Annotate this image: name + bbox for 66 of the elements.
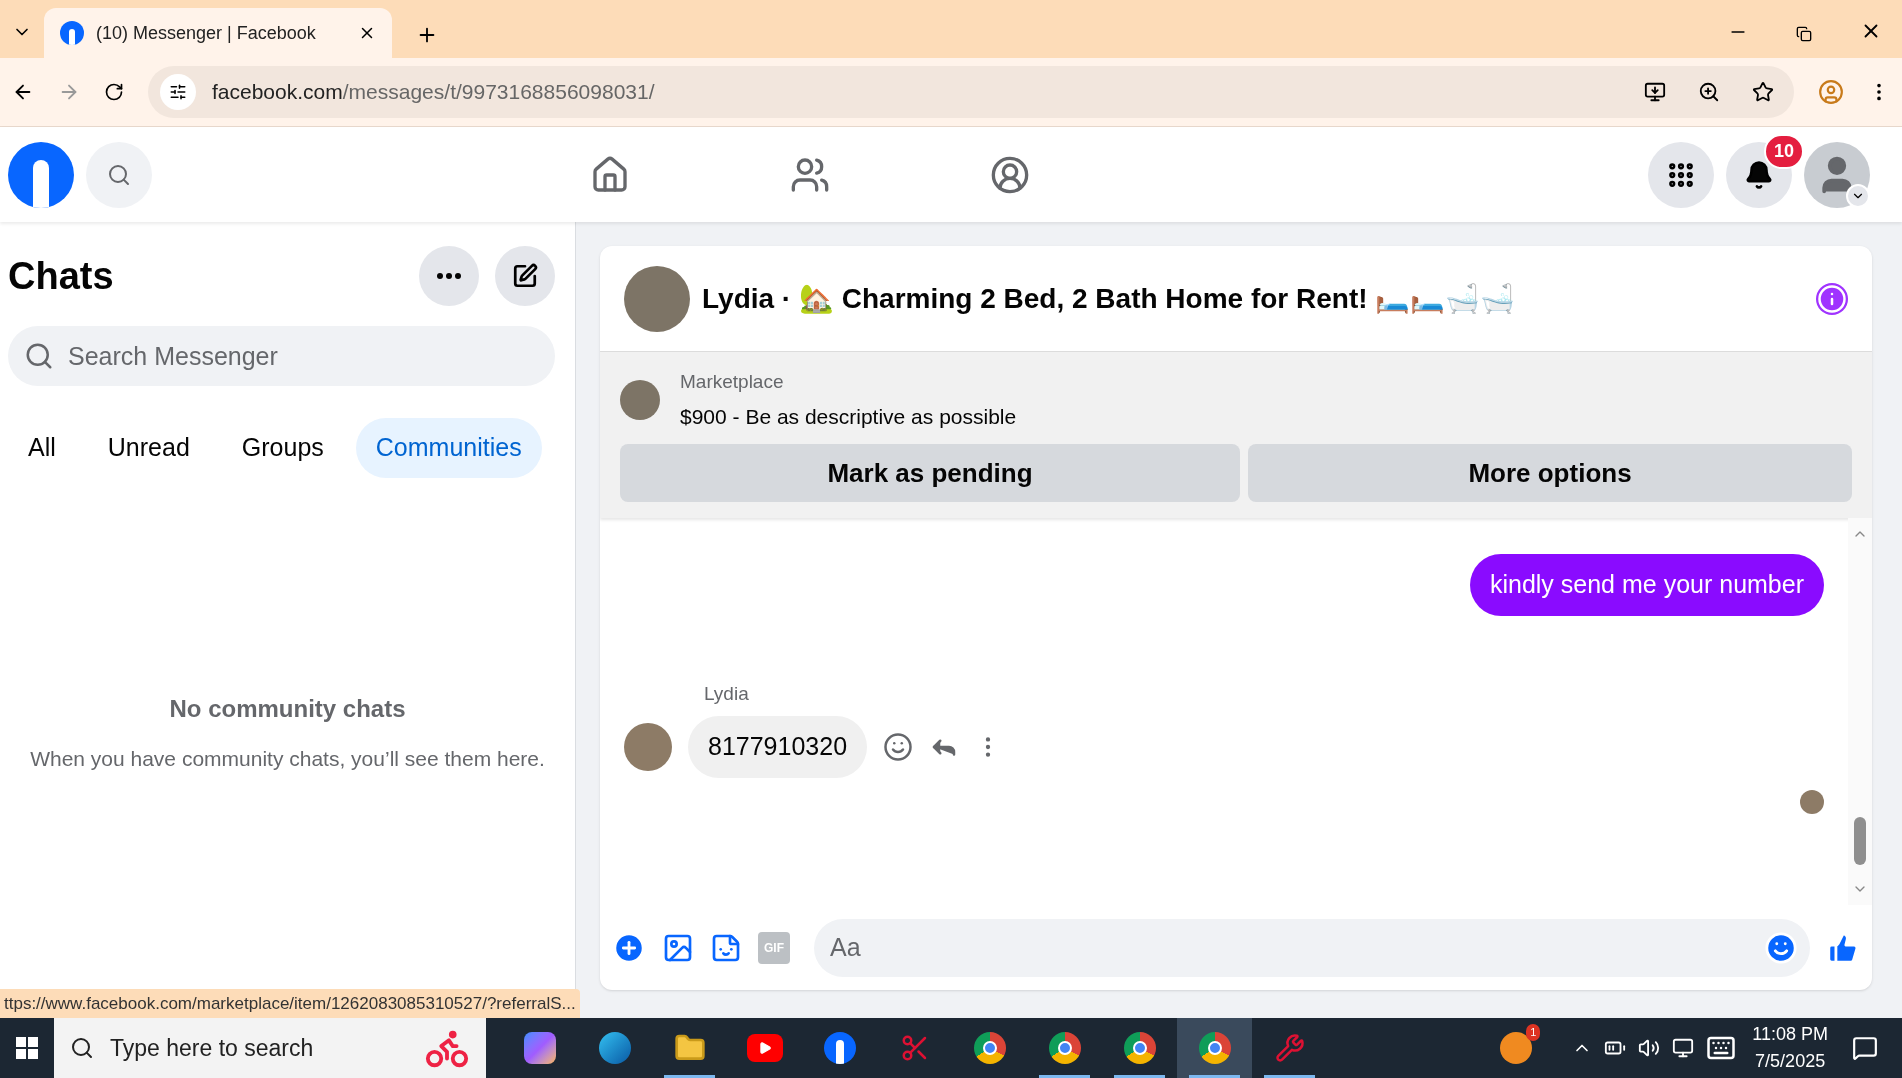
action-center-icon[interactable] — [1852, 1035, 1878, 1061]
browser-tab[interactable]: (10) Messenger | Facebook — [44, 8, 392, 58]
tray-badge: 1 — [1526, 1024, 1541, 1041]
status-url: ttps://www.facebook.com/marketplace/item/1262083085310527/?referralS... — [0, 988, 580, 1018]
search-icon — [70, 1036, 94, 1060]
sent-message-bubble: kindly send me your number — [1469, 554, 1824, 616]
wrench-icon — [1274, 1033, 1305, 1063]
ellipsis-icon — [437, 273, 461, 279]
chrome-logo-icon — [1048, 1032, 1081, 1064]
filter-tab[interactable]: Unread — [87, 418, 210, 478]
chrome-logo-icon — [973, 1032, 1006, 1064]
groups-icon[interactable] — [990, 154, 1030, 195]
info-icon[interactable] — [1816, 282, 1848, 315]
site-settings-icon[interactable] — [160, 74, 196, 110]
scroll-thumb[interactable] — [1854, 817, 1866, 865]
listing-source: Marketplace — [680, 370, 785, 394]
install-app-icon[interactable] — [1644, 81, 1666, 103]
zoom-icon[interactable] — [1698, 81, 1720, 103]
empty-state-title: No community chats — [169, 694, 406, 725]
filter-tab[interactable]: Communities — [355, 418, 542, 478]
chrome-logo-icon — [1198, 1032, 1231, 1064]
profile-icon[interactable] — [1818, 79, 1844, 105]
react-icon[interactable] — [883, 731, 914, 762]
home-icon[interactable] — [590, 154, 630, 195]
tab-title: (10) Messenger | Facebook — [96, 21, 317, 45]
compose-icon — [512, 263, 538, 289]
emoji-icon[interactable] — [1764, 930, 1798, 965]
windows-start-icon[interactable] — [16, 1037, 38, 1059]
bell-icon — [1744, 159, 1774, 190]
url-text: facebook.com/messages/t/9973168856098031/ — [212, 79, 656, 106]
listing-button[interactable]: More options — [1248, 444, 1852, 502]
copilot-logo-icon — [523, 1032, 556, 1064]
listing-photo-placeholder — [620, 380, 660, 420]
filter-tab[interactable]: Groups — [221, 418, 344, 478]
reload-icon[interactable] — [104, 82, 124, 102]
sender-name: Lydia — [704, 681, 750, 706]
address-bar[interactable]: facebook.com/messages/t/9973168856098031/ — [148, 66, 1794, 118]
play-logo-icon — [746, 1034, 783, 1062]
seen-avatar-placeholder — [1800, 789, 1824, 814]
chrome-logo-icon — [1123, 1032, 1156, 1064]
clock-time[interactable]: 11:08 PM — [1752, 1021, 1828, 1048]
account-avatar[interactable] — [1804, 141, 1870, 208]
empty-state-text: When you have community chats, you’ll see them here. — [30, 746, 545, 773]
restore-icon[interactable] — [1796, 26, 1812, 42]
filter-tab[interactable]: All — [8, 418, 76, 478]
avatar-photo-placeholder — [624, 722, 672, 771]
chats-title: Chats — [8, 253, 115, 299]
search-icon — [107, 162, 131, 187]
more-options-button[interactable] — [419, 246, 479, 306]
received-message-bubble: 8177910320 — [688, 716, 868, 778]
volume-icon[interactable] — [1638, 1037, 1661, 1059]
listing-button[interactable]: Mark as pending — [620, 444, 1240, 502]
network-icon[interactable] — [1672, 1037, 1695, 1059]
facebook-logo-icon — [823, 1032, 856, 1064]
tray-app-icon[interactable] — [1500, 1032, 1533, 1064]
search-icon — [24, 341, 54, 371]
facebook-favicon-icon — [60, 21, 84, 45]
taskbar-search-field[interactable]: Type here to search — [54, 1018, 486, 1078]
clock-date[interactable]: 7/5/2025 — [1755, 1048, 1826, 1075]
conversation-title: Lydia · 🏡 Charming 2 Bed, 2 Bath Home for Rent! 🛏🛏🛁🛁 — [702, 281, 1517, 316]
edge-logo-icon — [598, 1032, 631, 1064]
message-input-field[interactable]: Aa — [814, 918, 1810, 977]
notification-badge: 10 — [1763, 133, 1804, 169]
search-field[interactable]: Search Messenger — [8, 326, 555, 386]
bookmark-star-icon[interactable] — [1752, 81, 1774, 103]
listing-text: $900 - Be as descriptive as possible — [680, 403, 1017, 430]
